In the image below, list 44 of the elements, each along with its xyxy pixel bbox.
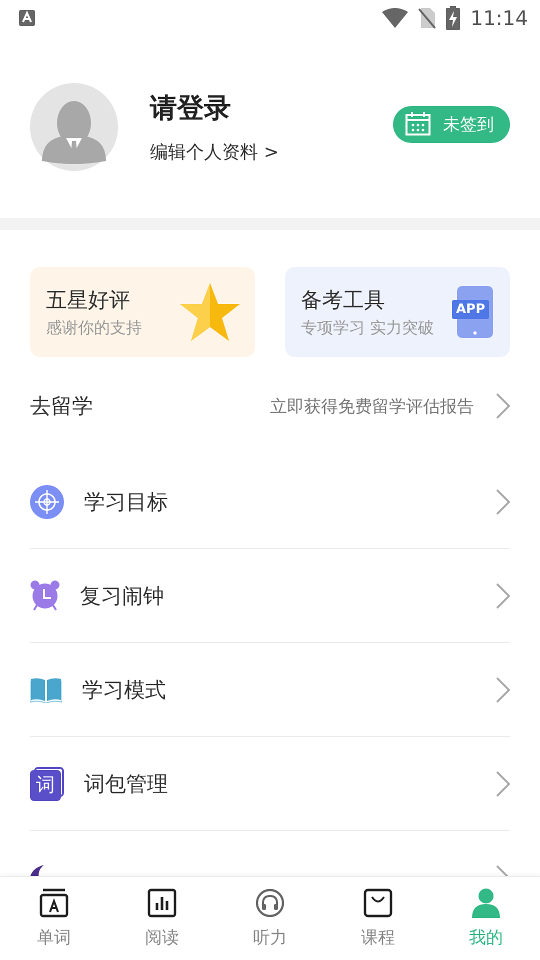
row-hint: 立即获得免费留学评估报告 <box>270 396 474 418</box>
bag-icon <box>363 888 393 918</box>
chevron-right-icon[interactable] <box>496 488 510 514</box>
tab-item[interactable]: 我的 <box>432 877 540 960</box>
no-sim-icon <box>418 7 436 29</box>
tab-item[interactable]: 课程 <box>324 877 432 960</box>
crosshair-icon <box>30 484 64 518</box>
chevron-right-icon[interactable] <box>496 770 510 796</box>
promo-card[interactable]: 五星好评 感谢你的支持 <box>30 267 255 357</box>
calendar-icon <box>405 112 431 136</box>
check-in-button[interactable]: 未签到 <box>393 106 510 142</box>
open-book-icon <box>30 676 62 702</box>
card-title: 备考工具 <box>301 286 386 314</box>
app-badge: APP <box>452 300 490 319</box>
keyboard-icon <box>19 10 35 26</box>
menu-item-label: 词包管理 <box>84 770 168 798</box>
battery-charging-icon <box>446 6 460 30</box>
star-icon <box>179 282 241 342</box>
person-icon <box>471 888 501 918</box>
login-prompt[interactable]: 请登录 <box>150 90 393 126</box>
card-title: 五星好评 <box>46 286 131 314</box>
letter-card-icon <box>39 888 69 918</box>
word-bank-icon: 词 <box>30 766 64 800</box>
wifi-icon <box>382 8 408 28</box>
headphones-icon <box>255 888 285 918</box>
chevron-right-icon[interactable] <box>496 582 510 608</box>
promo-card[interactable]: 备考工具 专项学习 实力突破 APP <box>285 267 510 357</box>
chevron-right-icon <box>496 393 510 419</box>
tab-item[interactable]: 单词 <box>0 877 108 960</box>
row-title: 去留学 <box>30 393 94 420</box>
chevron-right-icon[interactable] <box>496 676 510 702</box>
tab-item[interactable]: 听力 <box>216 877 324 960</box>
study-abroad-row[interactable]: 去留学 立即获得免费留学评估报告 <box>0 357 540 455</box>
bar-chart-icon <box>147 888 177 918</box>
menu-item-label: 复习闹钟 <box>80 582 164 610</box>
menu-item-label: 学习目标 <box>84 488 168 516</box>
edit-profile-link[interactable]: 编辑个人资料 > <box>150 140 393 164</box>
avatar-silhouette-icon[interactable] <box>30 83 118 171</box>
card-subtitle: 感谢你的支持 <box>46 318 142 338</box>
menu-item-label: 学习模式 <box>82 676 166 704</box>
status-time: 11:14 <box>470 6 528 30</box>
card-subtitle: 专项学习 实力突破 <box>301 318 434 338</box>
tab-item[interactable]: 阅读 <box>108 877 216 960</box>
alarm-clock-icon <box>30 580 60 611</box>
